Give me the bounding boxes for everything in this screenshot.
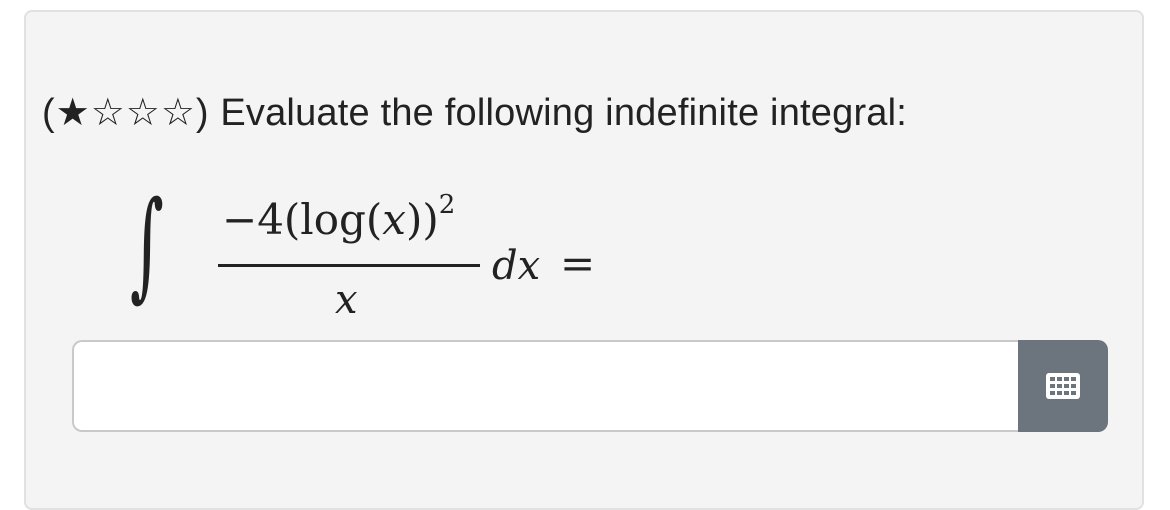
equals-sign: = bbox=[560, 239, 596, 288]
fraction-denominator: x bbox=[335, 277, 358, 323]
difficulty-stars: (★☆☆☆) bbox=[42, 92, 210, 134]
integral-sign: ∫ bbox=[130, 175, 164, 313]
question-prompt: Evaluate the following indefinite integr… bbox=[220, 92, 908, 134]
numerator-exponent: 2 bbox=[438, 190, 456, 220]
question-text: (★☆☆☆) Evaluate the following indefinite… bbox=[42, 90, 907, 135]
keypad-button[interactable] bbox=[1018, 340, 1108, 432]
answer-input[interactable] bbox=[72, 340, 1022, 432]
fraction-numerator: −4(log(𝑥))2 bbox=[222, 190, 455, 244]
integral-expression: ∫ −4(log(𝑥))2 x dx = bbox=[130, 185, 690, 335]
numerator-base: −4(log(𝑥)) bbox=[222, 195, 439, 244]
fraction-bar bbox=[218, 264, 480, 267]
differential: dx bbox=[492, 243, 541, 289]
answer-group bbox=[72, 340, 1108, 432]
keyboard-grid-icon bbox=[1046, 373, 1080, 399]
